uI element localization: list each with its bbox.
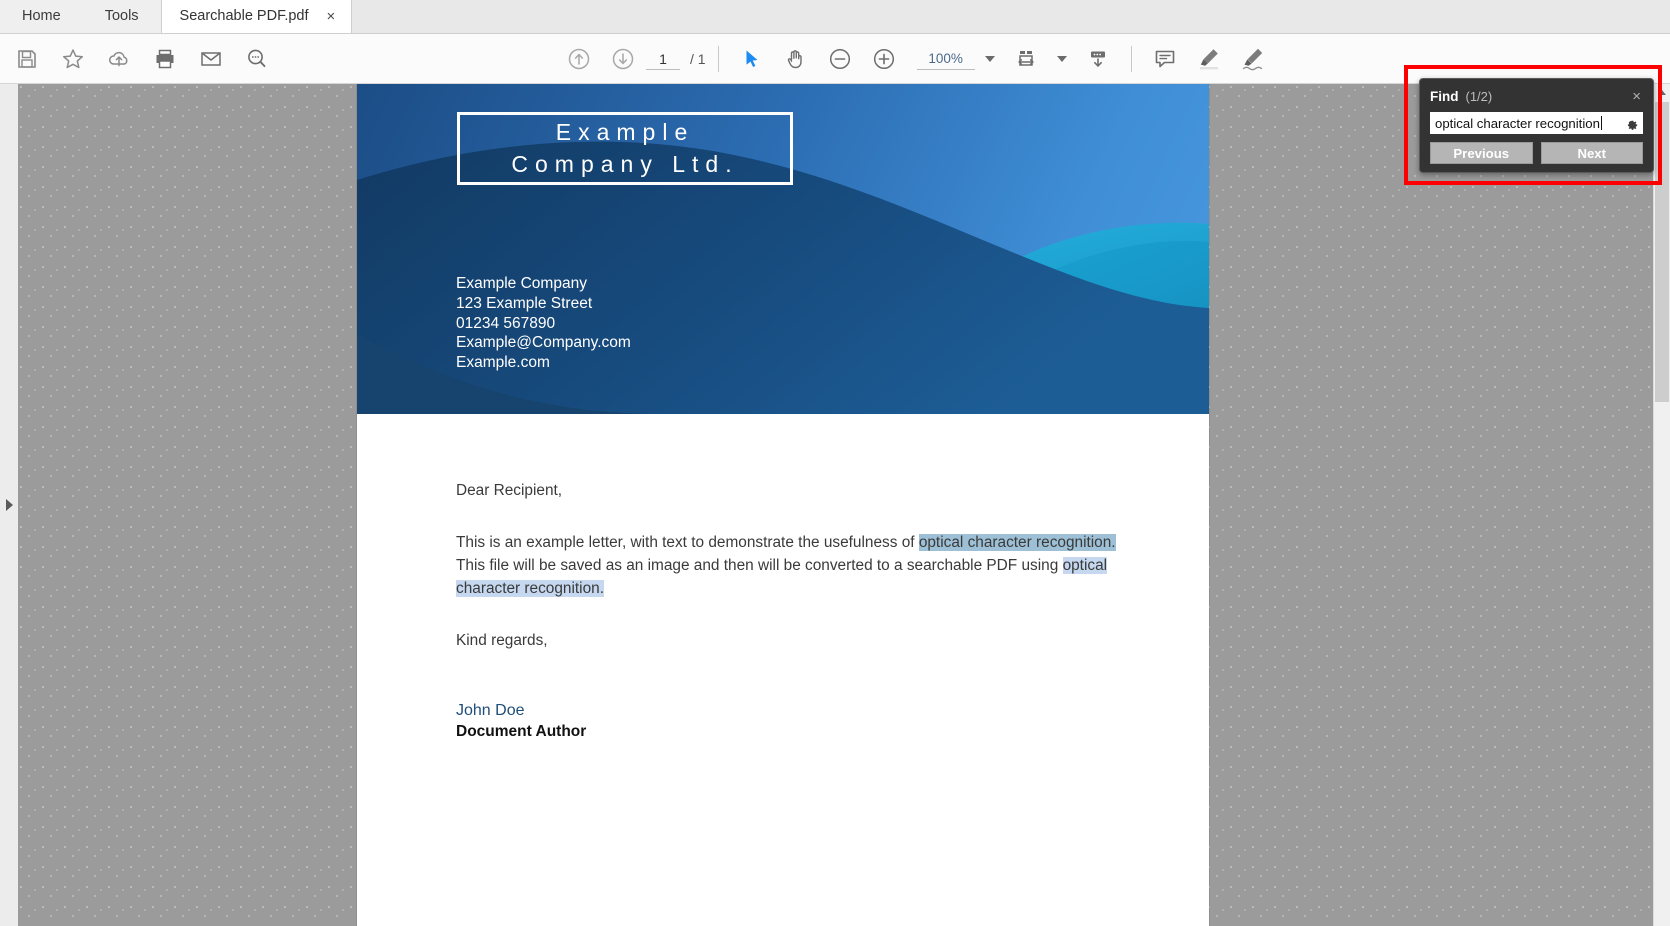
- find-search-input[interactable]: optical character recognition: [1435, 116, 1621, 131]
- contact-line-website: Example.com: [456, 354, 550, 372]
- paragraph-text-part-1: This is an example letter, with text to …: [456, 534, 919, 552]
- vertical-scrollbar[interactable]: [1653, 84, 1670, 926]
- select-cursor-icon[interactable]: [731, 38, 773, 80]
- tab-document[interactable]: Searchable PDF.pdf ×: [160, 0, 353, 33]
- find-input-wrapper[interactable]: optical character recognition: [1430, 112, 1643, 134]
- text-cursor: [1600, 116, 1602, 130]
- letter-salutation: Dear Recipient,: [456, 482, 563, 499]
- contact-line-street: 123 Example Street: [456, 294, 593, 312]
- find-close-icon[interactable]: ×: [1630, 89, 1643, 104]
- fit-width-icon[interactable]: [1005, 38, 1047, 80]
- page-down-icon[interactable]: [602, 38, 644, 80]
- toolbar-divider-1: [717, 46, 719, 72]
- print-icon[interactable]: [144, 38, 186, 80]
- signature-role: Document Author: [456, 722, 587, 740]
- zoom-dropdown-chevron-down-icon[interactable]: [977, 38, 1003, 80]
- company-contact-block: Example Company 123 Example Street 01234…: [456, 274, 631, 373]
- fit-width-chevron-down-icon[interactable]: [1049, 38, 1075, 80]
- tab-bar-filler: [352, 0, 1670, 33]
- zoom-level-value: 100%: [928, 51, 963, 66]
- highlight-icon[interactable]: [1188, 38, 1230, 80]
- page-canvas[interactable]: Example Company Ltd. Example Company 123…: [18, 84, 1670, 926]
- document-workspace: Example Company Ltd. Example Company 123…: [0, 84, 1670, 926]
- signature-block: John Doe Document Author: [456, 701, 586, 742]
- tab-home-label: Home: [22, 8, 61, 24]
- search-match-active: optical character recognition.: [918, 534, 1116, 552]
- paragraph-text-part-2: This file will be saved as an image and …: [456, 557, 1063, 575]
- close-icon[interactable]: ×: [323, 7, 340, 26]
- page-up-icon[interactable]: [558, 38, 600, 80]
- contact-line-company: Example Company: [456, 275, 587, 292]
- tab-bar: Home Tools Searchable PDF.pdf ×: [0, 0, 1670, 34]
- pdf-reader-window: Home Tools Searchable PDF.pdf × 1 / 1 10…: [0, 0, 1670, 926]
- find-previous-button[interactable]: Previous: [1430, 142, 1533, 164]
- sign-icon[interactable]: [1232, 38, 1274, 80]
- toolbar-left-group: [0, 38, 278, 80]
- page-total-label: / 1: [690, 51, 706, 67]
- find-panel: Find (1/2) × optical character recogniti…: [1419, 78, 1654, 173]
- zoom-out-icon[interactable]: [819, 38, 861, 80]
- find-search-value: optical character recognition: [1435, 115, 1600, 131]
- toolbar-center-group: 1 / 1 100%: [558, 34, 1274, 84]
- contact-line-email: Example@Company.com: [456, 334, 631, 352]
- hand-tool-icon[interactable]: [775, 38, 817, 80]
- contact-line-phone: 01234 567890: [456, 314, 556, 332]
- find-navigation-buttons: Previous Next: [1430, 142, 1643, 164]
- toolbar-divider-2: [1130, 46, 1132, 72]
- tab-tools-label: Tools: [104, 8, 139, 24]
- letter-paragraph-1: This is an example letter, with text to …: [456, 531, 1116, 600]
- find-panel-header: Find (1/2) ×: [1430, 87, 1643, 105]
- tab-home[interactable]: Home: [0, 0, 83, 33]
- letterhead-graphic: Example Company Ltd. Example Company 123…: [357, 84, 1209, 414]
- find-match-count: (1/2): [1465, 88, 1493, 104]
- cloud-upload-icon[interactable]: [98, 38, 140, 80]
- scroll-mode-icon[interactable]: [1077, 38, 1119, 80]
- company-title-line-1: Example: [555, 119, 695, 146]
- find-panel-title: Find: [1430, 88, 1459, 104]
- comment-icon[interactable]: [1144, 38, 1186, 80]
- gear-icon[interactable]: [1624, 116, 1639, 131]
- star-icon[interactable]: [52, 38, 94, 80]
- email-icon[interactable]: [190, 38, 232, 80]
- company-title-line-2: Company Ltd.: [511, 150, 739, 177]
- sidebar-toggle-button[interactable]: [0, 84, 18, 926]
- page-number-input[interactable]: 1: [646, 48, 680, 70]
- chevron-right-icon: [5, 499, 13, 511]
- tab-tools[interactable]: Tools: [82, 0, 161, 33]
- letter-body: Dear Recipient, This is an example lette…: [456, 479, 1116, 682]
- company-title-box: Example Company Ltd.: [457, 112, 793, 185]
- find-next-button[interactable]: Next: [1540, 142, 1643, 164]
- zoom-in-icon[interactable]: [863, 38, 905, 80]
- pdf-page: Example Company Ltd. Example Company 123…: [357, 84, 1209, 926]
- zoom-level-input[interactable]: 100%: [916, 48, 975, 70]
- tab-document-label: Searchable PDF.pdf: [179, 8, 309, 24]
- page-number-value: 1: [659, 50, 667, 67]
- letter-closing: Kind regards,: [456, 632, 548, 650]
- signature-name: John Doe: [456, 702, 525, 719]
- search-zoom-icon[interactable]: [236, 38, 278, 80]
- save-icon[interactable]: [6, 38, 48, 80]
